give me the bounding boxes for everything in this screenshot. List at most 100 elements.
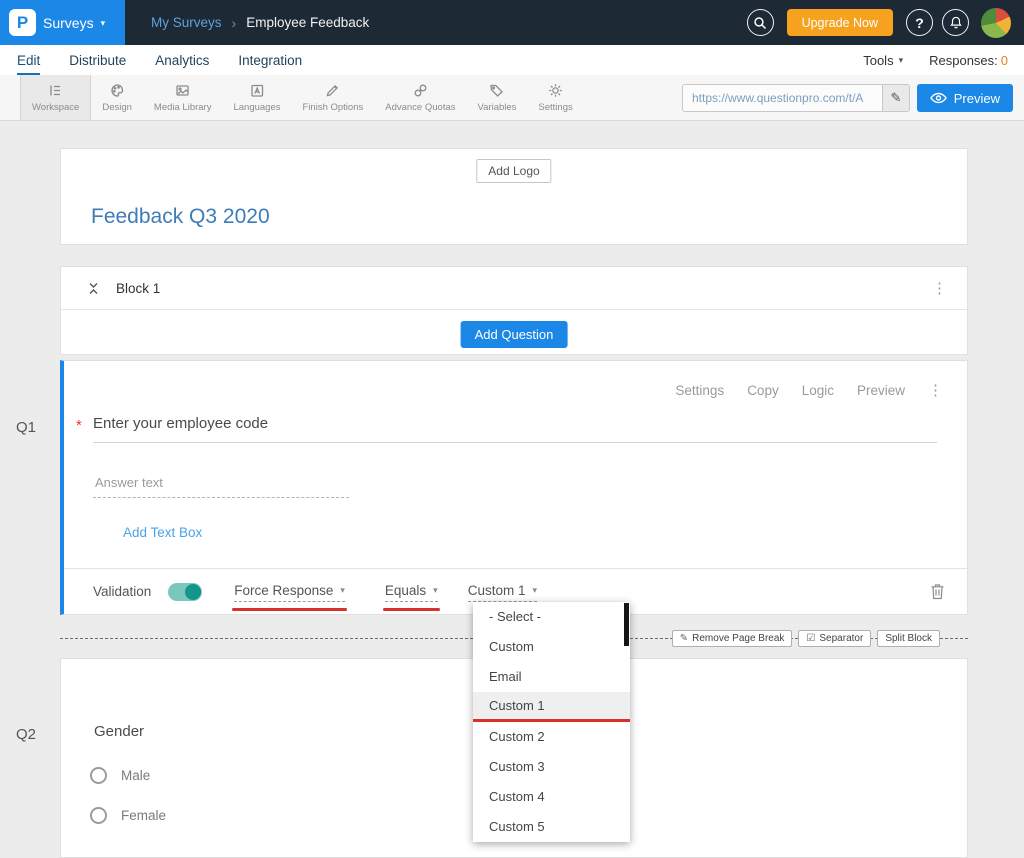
validation-toggle[interactable]: [168, 583, 202, 601]
breadcrumb-separator-icon: ›: [232, 15, 237, 31]
product-name: Surveys: [43, 15, 94, 31]
question-settings-link[interactable]: Settings: [675, 383, 724, 398]
block-menu-button[interactable]: ⋮: [928, 279, 951, 297]
trash-icon: [930, 583, 945, 600]
tools-menu[interactable]: Tools ▾: [863, 53, 903, 68]
question-preview-link[interactable]: Preview: [857, 383, 905, 398]
answer-text-input[interactable]: Answer text: [95, 475, 163, 490]
tab-edit[interactable]: Edit: [17, 45, 40, 75]
advance-quotas-icon: [412, 82, 429, 99]
dropdown-item[interactable]: Custom 4: [473, 782, 630, 812]
toolbar-item-design[interactable]: Design: [91, 75, 143, 120]
add-logo-button[interactable]: Add Logo: [476, 159, 551, 183]
question-actions: Settings Copy Logic Preview ⋮: [675, 381, 943, 399]
chevron-down-icon: ▾: [433, 585, 438, 596]
dropdown-item[interactable]: Email: [473, 662, 630, 692]
toolbar-item-finish-options[interactable]: Finish Options: [292, 75, 375, 120]
toolbar-item-label: Languages: [233, 102, 280, 113]
responses-count: 0: [1001, 53, 1008, 68]
tab-analytics[interactable]: Analytics: [155, 45, 209, 75]
responses-counter[interactable]: Responses:0: [929, 53, 1008, 68]
dropdown-scrollbar[interactable]: [624, 603, 629, 646]
question-menu-button[interactable]: ⋮: [928, 381, 943, 399]
block-header: Block 1 ⋮: [61, 267, 967, 310]
question-text-underline: [93, 442, 937, 443]
toolbar-item-label: Finish Options: [303, 102, 364, 113]
toolbar-item-media-library[interactable]: Media Library: [143, 75, 223, 120]
chevron-down-icon: ▾: [340, 585, 345, 596]
checkbox-icon: ☑: [806, 633, 815, 644]
tab-integration[interactable]: Integration: [238, 45, 302, 75]
tab-distribute[interactable]: Distribute: [69, 45, 126, 75]
toolbar-item-workspace[interactable]: Workspace: [20, 75, 91, 120]
question-text-input[interactable]: Enter your employee code: [93, 415, 268, 432]
add-text-box-link[interactable]: Add Text Box: [123, 525, 202, 540]
value-dropdown-wrap: Custom 1 ▾: [468, 582, 537, 602]
toolbar-item-label: Variables: [478, 102, 517, 113]
radio-button[interactable]: [90, 767, 107, 784]
radio-button[interactable]: [90, 807, 107, 824]
preview-button[interactable]: Preview: [917, 84, 1013, 112]
dropdown-item-selected[interactable]: Custom 1: [473, 692, 630, 722]
value-dropdown[interactable]: Custom 1 ▾: [468, 583, 537, 602]
collapse-icon: [87, 281, 100, 296]
dropdown-item[interactable]: Custom 3: [473, 752, 630, 782]
validation-label: Validation: [93, 584, 151, 599]
survey-header-card: Add Logo Feedback Q3 2020: [60, 148, 968, 245]
pencil-icon: ✎: [680, 633, 688, 644]
dropdown-item[interactable]: - Select -: [473, 602, 630, 632]
notifications-button[interactable]: [942, 9, 969, 36]
value-label: Custom 1: [468, 583, 526, 598]
question-card-q1: Settings Copy Logic Preview ⋮ * Enter yo…: [60, 360, 968, 615]
search-icon: [753, 16, 767, 30]
avatar[interactable]: [981, 8, 1011, 38]
dropdown-item[interactable]: Custom 2: [473, 722, 630, 752]
help-button[interactable]: ?: [906, 9, 933, 36]
operator-dropdown-wrap: Equals ▾: [385, 582, 438, 602]
split-block-label: Split Block: [885, 633, 932, 644]
design-palette-icon: [109, 82, 126, 99]
operator-dropdown[interactable]: Equals ▾: [385, 583, 438, 602]
toolbar-item-advance-quotas[interactable]: Advance Quotas: [374, 75, 466, 120]
delete-validation-button[interactable]: [930, 583, 945, 600]
survey-url-input[interactable]: https://www.questionpro.com/t/A: [683, 91, 882, 105]
collapse-block-button[interactable]: [87, 281, 100, 296]
question-text-input[interactable]: Gender: [94, 723, 144, 740]
questionpro-logo: P: [9, 9, 36, 36]
dropdown-item[interactable]: Custom 5: [473, 812, 630, 842]
upgrade-button[interactable]: Upgrade Now: [787, 9, 893, 36]
separator-label: Separator: [819, 633, 863, 644]
edit-url-button[interactable]: ✎: [882, 85, 909, 111]
question-mark-icon: ?: [915, 15, 924, 31]
finish-options-icon: [324, 82, 341, 99]
toolbar-item-variables[interactable]: Variables: [467, 75, 528, 120]
breadcrumb: My Surveys › Employee Feedback: [151, 15, 369, 31]
add-question-button[interactable]: Add Question: [461, 321, 568, 348]
search-button[interactable]: [747, 9, 774, 36]
dropdown-item[interactable]: Custom: [473, 632, 630, 662]
chevron-down-icon: ▾: [101, 18, 106, 29]
question-logic-link[interactable]: Logic: [802, 383, 834, 398]
chevron-down-icon: ▾: [532, 585, 537, 596]
toolbar-item-label: Media Library: [154, 102, 212, 113]
block-card: Block 1 ⋮ Add Question: [60, 266, 968, 355]
separator-button[interactable]: ☑ Separator: [798, 630, 871, 647]
question-number-q1: Q1: [16, 419, 36, 436]
breadcrumb-my-surveys[interactable]: My Surveys: [151, 15, 222, 30]
split-block-button[interactable]: Split Block: [877, 630, 940, 647]
nav-tabs: Edit Distribute Analytics Integration: [0, 45, 302, 75]
remove-page-break-button[interactable]: ✎ Remove Page Break: [672, 630, 793, 647]
media-image-icon: [174, 82, 191, 99]
editor-toolbar: Workspace Design Media Library Languages…: [0, 75, 1024, 121]
product-switcher[interactable]: P Surveys ▾: [0, 0, 125, 45]
preview-label: Preview: [954, 91, 1000, 106]
answer-option-row: Female: [90, 807, 166, 824]
question-copy-link[interactable]: Copy: [747, 383, 779, 398]
responses-label: Responses:: [929, 53, 998, 68]
survey-title[interactable]: Feedback Q3 2020: [91, 205, 270, 229]
force-response-dropdown[interactable]: Force Response ▾: [234, 583, 345, 602]
toolbar-item-settings[interactable]: Settings: [527, 75, 583, 120]
toolbar-item-languages[interactable]: Languages: [222, 75, 291, 120]
radio-option-label[interactable]: Female: [121, 808, 166, 823]
radio-option-label[interactable]: Male: [121, 768, 150, 783]
